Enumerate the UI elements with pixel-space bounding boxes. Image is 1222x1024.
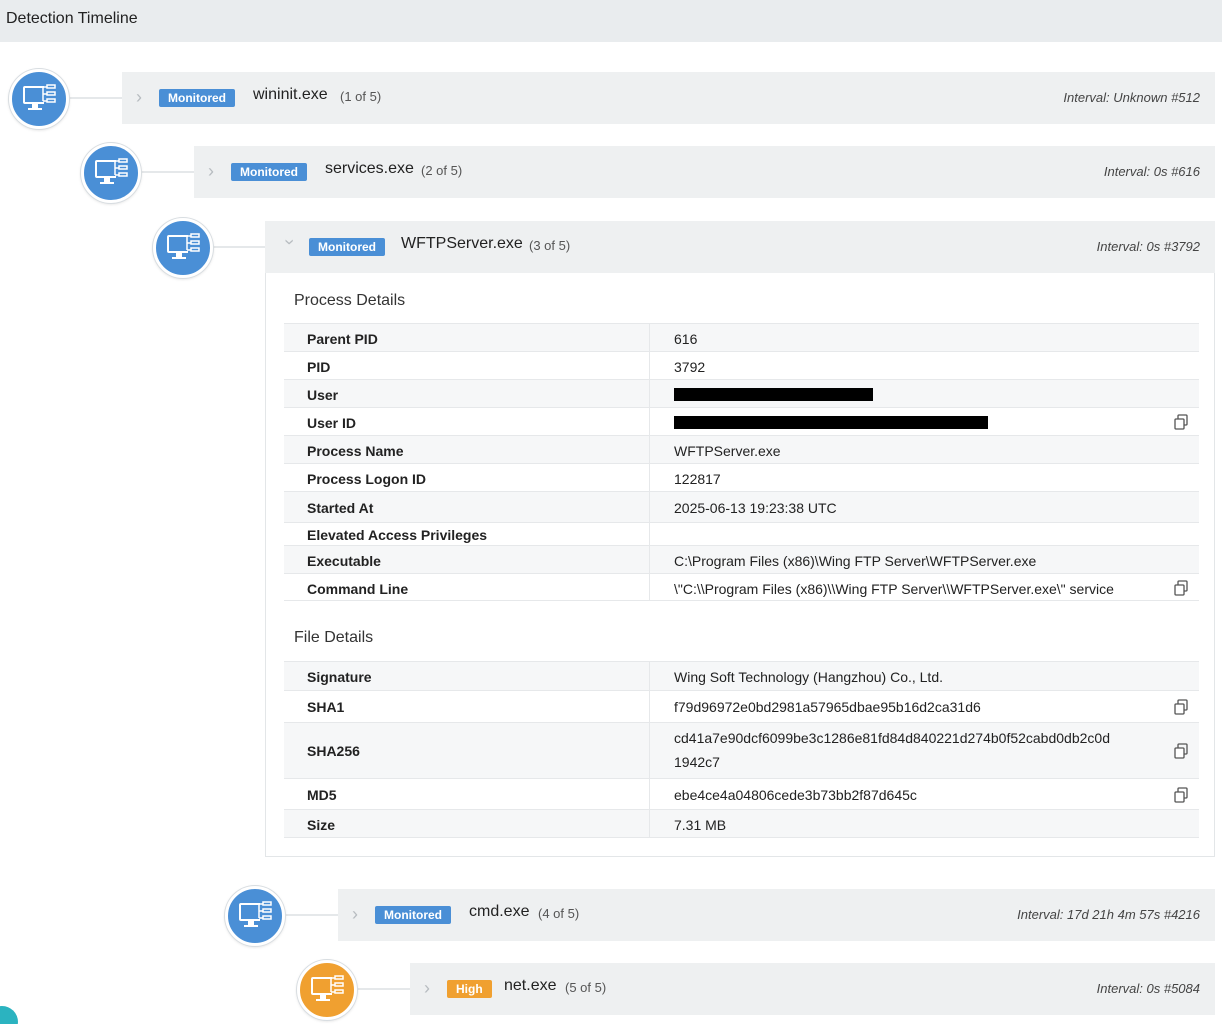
table-row: Signature Wing Soft Technology (Hangzhou… — [284, 661, 1199, 690]
timeline-connector — [140, 171, 194, 173]
table-row: SHA1 f79d96972e0bd2981a57965dbae95b16d2c… — [284, 690, 1199, 722]
detail-key: Started At — [307, 500, 374, 516]
chevron-right-icon[interactable]: › — [208, 161, 222, 181]
detail-key: Process Name — [307, 443, 404, 459]
detail-value[interactable]: 7.31 MB — [674, 817, 726, 833]
timeline-row-wftpserver[interactable]: › Monitored WFTPServer.exe (3 of 5) Inte… — [265, 221, 1215, 273]
detail-key: Process Logon ID — [307, 471, 427, 487]
detail-key: Executable — [307, 553, 381, 569]
computer-tree-icon[interactable] — [225, 886, 285, 946]
detail-value-continued[interactable]: 1942c7 — [674, 754, 720, 770]
computer-tree-icon[interactable] — [81, 143, 141, 203]
process-name: cmd.exe — [469, 903, 530, 920]
copy-icon[interactable] — [1173, 787, 1189, 803]
status-badge: High — [447, 980, 492, 998]
detail-value[interactable]: C:\Program Files (x86)\Wing FTP Server\W… — [674, 553, 1036, 569]
help-button[interactable] — [0, 1006, 18, 1024]
process-name: services.exe — [325, 160, 414, 177]
table-row: Parent PID 616 — [284, 323, 1199, 351]
page-title: Detection Timeline — [6, 10, 138, 27]
process-count: (3 of 5) — [529, 238, 571, 253]
table-row: User ID — [284, 407, 1199, 435]
detail-key: User — [307, 387, 339, 403]
copy-icon[interactable] — [1173, 743, 1189, 759]
process-name: WFTPServer.exe — [401, 235, 523, 252]
detail-value[interactable]: WFTPServer.exe — [674, 443, 781, 459]
computer-tree-icon[interactable] — [153, 218, 213, 278]
detail-value[interactable]: f79d96972e0bd2981a57965dbae95b16d2ca31d6 — [674, 699, 981, 715]
detail-value[interactable]: \"C:\\Program Files (x86)\\Wing FTP Serv… — [674, 581, 1114, 597]
redacted-value — [674, 416, 988, 429]
chevron-right-icon[interactable]: › — [136, 87, 150, 107]
detail-value[interactable]: ebe4ce4a04806cede3b73bb2f87d645c — [674, 787, 917, 803]
detail-key: Parent PID — [307, 331, 378, 347]
table-row: Size 7.31 MB — [284, 809, 1199, 838]
table-row: MD5 ebe4ce4a04806cede3b73bb2f87d645c — [284, 778, 1199, 809]
status-badge: Monitored — [309, 238, 385, 256]
timeline-connector — [212, 246, 266, 248]
timeline-row-net[interactable]: › High net.exe (5 of 5) Interval: 0s #50… — [410, 963, 1215, 1015]
table-row: Elevated Access Privileges — [284, 522, 1199, 545]
computer-tree-icon[interactable] — [297, 960, 357, 1020]
process-name: wininit.exe — [253, 86, 328, 103]
chevron-right-icon[interactable]: › — [424, 978, 438, 998]
detail-value[interactable]: cd41a7e90dcf6099be3c1286e81fd84d840221d2… — [674, 730, 1110, 746]
process-count: (4 of 5) — [538, 906, 580, 921]
detail-key: MD5 — [307, 787, 337, 803]
table-row: User — [284, 379, 1199, 407]
chevron-right-icon[interactable]: › — [352, 904, 366, 924]
process-details-panel: Process Details Parent PID 616 PID 3792 … — [265, 273, 1215, 857]
detail-key: Command Line — [307, 581, 409, 597]
detail-value[interactable]: 3792 — [674, 359, 705, 375]
file-details-title: File Details — [294, 629, 374, 646]
timeline-connector — [284, 914, 338, 916]
file-details-table: Signature Wing Soft Technology (Hangzhou… — [284, 661, 1199, 838]
redacted-value — [674, 388, 873, 401]
detail-key: SHA256 — [307, 743, 360, 759]
interval-label: Interval: 0s #616 — [1103, 164, 1200, 179]
detail-value[interactable]: 616 — [674, 331, 697, 347]
detail-value[interactable]: 2025-06-13 19:23:38 UTC — [674, 500, 837, 516]
chevron-down-icon[interactable]: › — [280, 239, 300, 253]
timeline-row-wininit[interactable]: › Monitored wininit.exe (1 of 5) Interva… — [122, 72, 1215, 124]
copy-icon[interactable] — [1173, 414, 1189, 430]
process-count: (2 of 5) — [421, 163, 463, 178]
process-details-table: Parent PID 616 PID 3792 User User ID Pro… — [284, 323, 1199, 601]
copy-icon[interactable] — [1173, 580, 1189, 596]
detail-key: Size — [307, 817, 336, 833]
table-row: Started At 2025-06-13 19:23:38 UTC — [284, 491, 1199, 522]
process-details-title: Process Details — [294, 292, 406, 309]
process-count: (5 of 5) — [565, 980, 607, 995]
detail-value[interactable]: 122817 — [674, 471, 721, 487]
status-badge: Monitored — [231, 163, 307, 181]
interval-label: Interval: 0s #5084 — [1096, 981, 1200, 996]
timeline-row-cmd[interactable]: › Monitored cmd.exe (4 of 5) Interval: 1… — [338, 889, 1215, 941]
detail-key: SHA1 — [307, 699, 345, 715]
table-row: Executable C:\Program Files (x86)\Wing F… — [284, 545, 1199, 573]
table-row: PID 3792 — [284, 351, 1199, 379]
process-name: net.exe — [504, 977, 557, 994]
table-row: SHA256 cd41a7e90dcf6099be3c1286e81fd84d8… — [284, 722, 1199, 778]
detail-key: User ID — [307, 415, 357, 431]
detail-key: PID — [307, 359, 331, 375]
table-row: Process Logon ID 122817 — [284, 463, 1199, 491]
detail-value[interactable]: Wing Soft Technology (Hangzhou) Co., Ltd… — [674, 669, 943, 685]
interval-label: Interval: Unknown #512 — [1063, 90, 1200, 105]
interval-label: Interval: 0s #3792 — [1096, 239, 1200, 254]
timeline-connector — [356, 988, 410, 990]
detail-key: Signature — [307, 669, 372, 685]
process-count: (1 of 5) — [340, 89, 382, 104]
detail-key: Elevated Access Privileges — [307, 527, 488, 543]
interval-label: Interval: 17d 21h 4m 57s #4216 — [1017, 907, 1200, 922]
table-row: Process Name WFTPServer.exe — [284, 435, 1199, 463]
table-row: Command Line \"C:\\Program Files (x86)\\… — [284, 573, 1199, 601]
timeline-row-services[interactable]: › Monitored services.exe (2 of 5) Interv… — [194, 146, 1215, 198]
page-header: Detection Timeline — [0, 0, 1222, 42]
copy-icon[interactable] — [1173, 699, 1189, 715]
status-badge: Monitored — [375, 906, 451, 924]
timeline-connector — [68, 97, 122, 99]
status-badge: Monitored — [159, 89, 235, 107]
computer-tree-icon[interactable] — [9, 69, 69, 129]
